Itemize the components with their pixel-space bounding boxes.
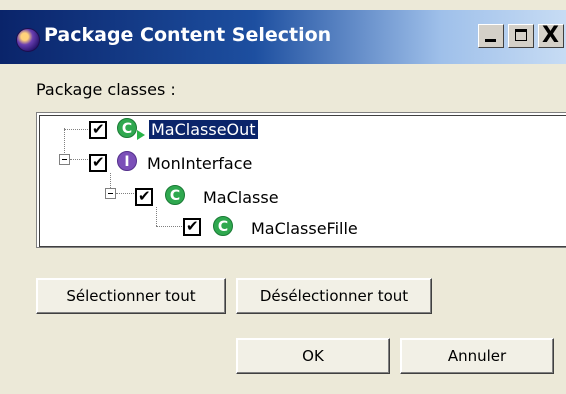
checkbox-maclassefille[interactable] — [183, 217, 201, 236]
deselect-all-button[interactable]: Désélectionner tout — [236, 278, 432, 314]
dialog-window: Package Content Selection X Package clas… — [0, 0, 566, 394]
tree-row-maclassefille[interactable]: C MaClasseFille — [37, 215, 557, 241]
tree-row-maclasseout[interactable]: C MaClasseOut — [37, 117, 557, 143]
maximize-icon — [515, 29, 527, 41]
tree-item-label: MaClasseFille — [251, 219, 358, 238]
close-button[interactable]: X — [538, 23, 564, 48]
class-icon: C — [117, 118, 137, 138]
window-title: Package Content Selection — [44, 24, 332, 46]
minimize-icon — [485, 39, 496, 42]
class-tree[interactable]: C MaClasseOut I MonInterface C MaClasse … — [36, 112, 566, 248]
eclipse-app-icon — [16, 28, 40, 52]
checkbox-moninterface[interactable] — [89, 153, 107, 172]
class-icon: C — [213, 216, 233, 236]
interface-icon: I — [117, 151, 137, 171]
out-arrow-icon — [137, 130, 145, 140]
tree-item-label: MaClasse — [203, 188, 279, 207]
maximize-button[interactable] — [508, 24, 534, 48]
ok-button[interactable]: OK — [236, 338, 390, 374]
close-icon: X — [542, 23, 559, 48]
select-all-button[interactable]: Sélectionner tout — [36, 278, 226, 314]
tree-row-moninterface[interactable]: I MonInterface — [37, 149, 557, 175]
package-classes-label: Package classes : — [36, 80, 176, 99]
title-bar[interactable]: Package Content Selection X — [0, 10, 566, 64]
tree-row-maclasse[interactable]: C MaClasse — [37, 183, 557, 209]
tree-item-label: MaClasseOut — [148, 119, 259, 140]
checkbox-maclasse[interactable] — [135, 187, 153, 206]
tree-item-label: MonInterface — [147, 154, 253, 173]
minimize-button[interactable] — [478, 24, 504, 48]
checkbox-maclasseout[interactable] — [89, 120, 107, 139]
class-icon: C — [165, 185, 185, 205]
cancel-button[interactable]: Annuler — [400, 338, 554, 374]
